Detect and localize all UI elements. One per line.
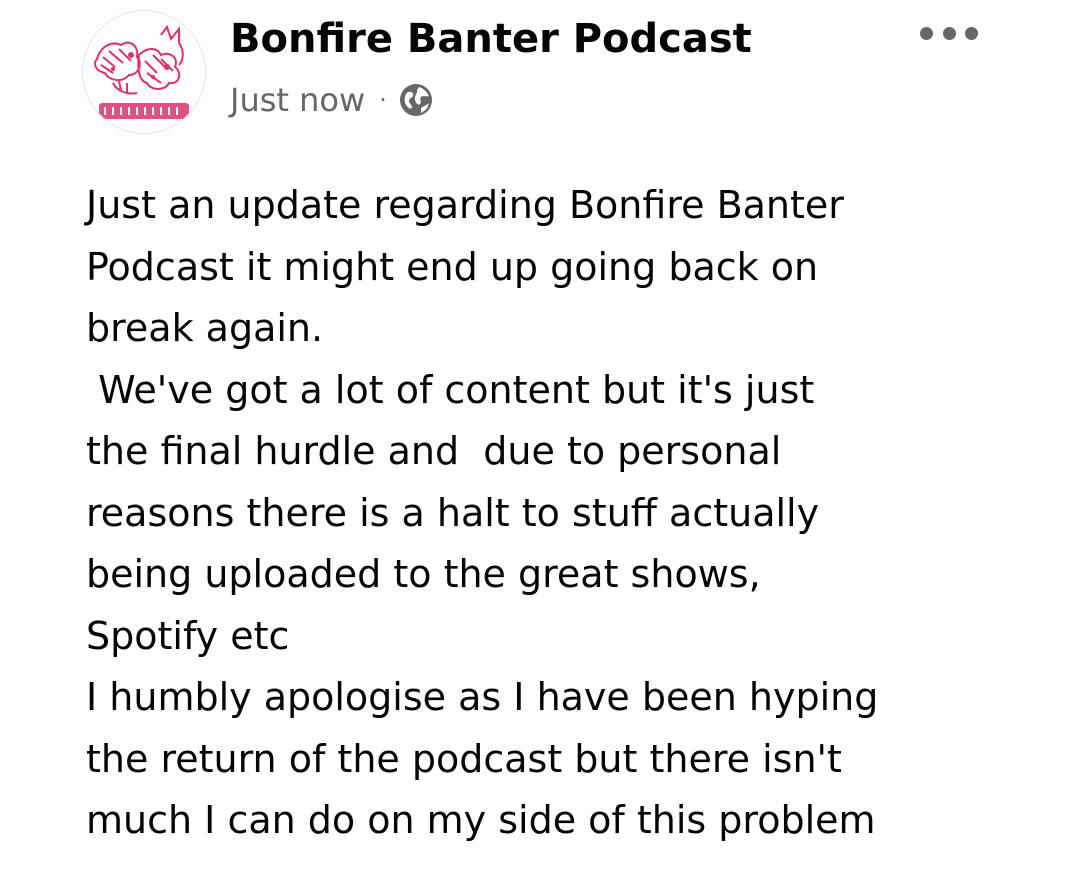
podcast-logo-icon: [94, 24, 189, 119]
post-body-line: I humbly apologise as I have been hyping: [86, 675, 879, 719]
meta-separator: ·: [379, 86, 387, 114]
post-body-line: much I can do on my side of this problem: [86, 798, 876, 842]
more-dot: [920, 26, 933, 40]
page-avatar[interactable]: [82, 10, 206, 134]
post-body-line: break again.: [86, 306, 324, 350]
more-options-icon[interactable]: [920, 18, 978, 48]
post-body-line: being uploaded to the great shows,: [86, 552, 761, 596]
post-body-line: We've got a lot of content but it's just: [86, 367, 815, 412]
post-author-name[interactable]: Bonfire Banter Podcast: [230, 14, 752, 64]
post-body-line: reasons there is a halt to stuff actuall…: [86, 490, 820, 535]
post-meta: Just now ·: [230, 78, 433, 122]
post-timestamp[interactable]: Just now: [230, 81, 365, 119]
more-dot: [942, 26, 956, 40]
post-body-line: Just an update regarding Bonfire Banter: [86, 183, 844, 227]
post-body: Just an update regarding Bonfire Banter …: [86, 175, 1066, 852]
post-body-line: Podcast it might end up going back on: [86, 244, 819, 289]
post-body-line: the return of the podcast but there isn'…: [86, 736, 842, 781]
more-dot: [965, 26, 978, 40]
globe-icon[interactable]: [399, 83, 433, 117]
post-body-line: the final hurdle and due to personal: [86, 429, 782, 473]
post-body-line: Spotify etc: [86, 613, 290, 658]
